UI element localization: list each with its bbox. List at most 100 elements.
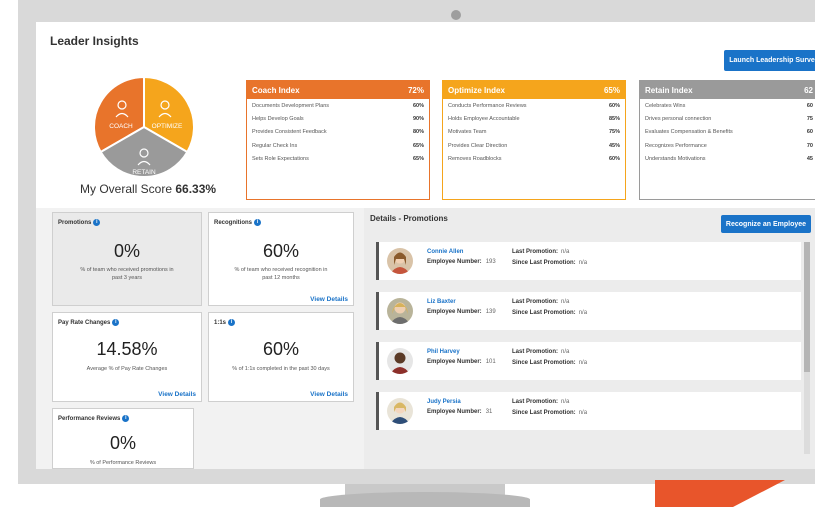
info-icon[interactable]: i	[228, 319, 236, 326]
recognize-employee-button[interactable]: Recognize an Employee	[721, 215, 811, 233]
optimize-row-value: 85%	[608, 115, 620, 122]
one-on-ones-card[interactable]: 1:1s i 60% % of 1:1s completed in the pas…	[208, 312, 354, 402]
optimize-index-row: Provides Clear Direction 45%	[443, 139, 625, 152]
optimize-row-label: Provides Clear Direction	[448, 142, 508, 149]
launch-leadership-survey-button[interactable]: Launch Leadership Survey	[724, 50, 815, 71]
optimize-index-row: Removes Roadblocks 60%	[443, 152, 625, 165]
retain-row-value: 60	[806, 102, 813, 109]
one-on-ones-view-details-link[interactable]: View Details	[310, 391, 348, 398]
last-promotion-value: n/a	[561, 249, 570, 255]
info-icon[interactable]: i	[112, 319, 120, 326]
since-last-promotion-label: Since Last Promotion:	[512, 310, 576, 316]
employee-row[interactable]: Phil Harvey Employee Number: 101 Last Pro…	[376, 342, 801, 380]
avatar	[387, 398, 413, 424]
last-promotion: Last Promotion: n/a	[512, 349, 569, 355]
recognitions-card[interactable]: Recognitions i 60% % of team who received…	[208, 212, 354, 306]
pay-rate-value: 14.58%	[96, 339, 158, 359]
performance-reviews-title-text: Performance Reviews	[58, 415, 121, 422]
performance-reviews-card[interactable]: Performance Reviews i 0% % of Performance…	[52, 408, 194, 469]
camera-dot	[451, 10, 461, 20]
since-last-promotion-label: Since Last Promotion:	[512, 410, 576, 416]
employee-number: Employee Number: 31	[427, 409, 492, 415]
since-last-promotion: Since Last Promotion: n/a	[512, 260, 587, 266]
coach-index-row: Documents Development Plans 60%	[247, 99, 429, 112]
index-pie-chart: COACH OPTIMIZE RETAIN	[92, 75, 196, 179]
coach-row-label: Helps Develop Goals	[252, 115, 304, 122]
coach-row-label: Sets Role Expectations	[252, 155, 309, 162]
coach-index-row: Regular Check Ins 65%	[247, 139, 429, 152]
metrics-panel: Promotions i 0% % of team who received pr…	[36, 208, 364, 469]
pay-rate-title: Pay Rate Changes i	[58, 319, 120, 326]
retain-index-row: Drives personal connection 75	[640, 112, 815, 125]
optimize-row-label: Motivates Team	[448, 129, 487, 136]
since-last-promotion: Since Last Promotion: n/a	[512, 310, 587, 316]
optimize-index-header: Optimize Index 65%	[443, 81, 625, 99]
employee-number-value: 193	[485, 259, 496, 265]
details-scrollbar[interactable]	[804, 242, 810, 454]
recognitions-view-details-link[interactable]: View Details	[310, 296, 348, 303]
promotions-title-text: Promotions	[58, 219, 92, 226]
employee-number-label: Employee Number:	[427, 409, 482, 415]
info-icon[interactable]: i	[93, 219, 101, 226]
coach-index-row: Sets Role Expectations 65%	[247, 152, 429, 165]
scrollbar-thumb[interactable]	[804, 242, 810, 372]
optimize-row-label: Removes Roadblocks	[448, 155, 502, 162]
avatar	[387, 248, 413, 274]
info-icon[interactable]: i	[122, 415, 130, 422]
since-last-promotion-value: n/a	[578, 310, 588, 316]
employee-name[interactable]: Connie Allen	[427, 249, 463, 255]
retain-index-title: Retain Index	[645, 85, 693, 95]
coach-index-header: Coach Index 72%	[247, 81, 429, 99]
optimize-index-value: 65%	[603, 85, 620, 95]
last-promotion-value: n/a	[561, 299, 570, 305]
promotions-description: % of team who received promotions in pas…	[80, 267, 174, 281]
last-promotion-value: n/a	[561, 349, 570, 355]
employee-number-value: 139	[485, 309, 496, 315]
retain-row-value: 75	[806, 115, 813, 122]
coach-row-value: 65%	[412, 155, 424, 162]
recognitions-title: Recognitions i	[214, 219, 262, 226]
retain-row-label: Understands Motivations	[645, 155, 706, 162]
since-last-promotion-value: n/a	[578, 360, 588, 366]
retain-index-row: Evaluates Compensation & Benefits 60	[640, 126, 815, 139]
coach-row-value: 90%	[412, 115, 424, 122]
employee-number-value: 31	[485, 409, 493, 415]
since-last-promotion-value: n/a	[578, 260, 588, 266]
performance-reviews-value: 0%	[109, 433, 136, 453]
last-promotion-label: Last Promotion:	[512, 349, 558, 355]
employee-name[interactable]: Liz Baxter	[427, 299, 456, 305]
since-last-promotion: Since Last Promotion: n/a	[512, 410, 587, 416]
coach-row-label: Documents Development Plans	[252, 102, 330, 109]
avatar	[387, 348, 413, 374]
one-on-ones-value: 60%	[262, 339, 300, 359]
last-promotion-label: Last Promotion:	[512, 249, 558, 255]
coach-index-row: Helps Develop Goals 90%	[247, 112, 429, 125]
promotions-card[interactable]: Promotions i 0% % of team who received pr…	[52, 212, 202, 306]
retain-row-label: Drives personal connection	[645, 115, 712, 122]
coach-index-value: 72%	[407, 85, 424, 95]
overall-score-label: My Overall Score	[80, 182, 173, 196]
info-icon[interactable]: i	[254, 219, 262, 226]
pay-rate-view-details-link[interactable]: View Details	[158, 391, 196, 398]
retain-row-value: 45	[806, 155, 813, 162]
employee-name[interactable]: Judy Persia	[427, 399, 461, 405]
employee-number: Employee Number: 139	[427, 309, 496, 315]
coach-row-label: Provides Consistent Feedback	[252, 129, 327, 136]
coach-row-value: 60%	[412, 102, 424, 109]
employee-name[interactable]: Phil Harvey	[427, 349, 460, 355]
employee-row[interactable]: Connie Allen Employee Number: 193 Last Pr…	[376, 242, 801, 280]
one-on-ones-title: 1:1s i	[214, 319, 236, 326]
optimize-index-card: Optimize Index 65% Conducts Performance R…	[442, 80, 626, 200]
employee-number: Employee Number: 101	[427, 359, 496, 365]
employee-row[interactable]: Judy Persia Employee Number: 31 Last Prom…	[376, 392, 801, 430]
employee-row[interactable]: Liz Baxter Employee Number: 139 Last Prom…	[376, 292, 801, 330]
one-on-ones-description: % of 1:1s completed in the past 30 days	[232, 366, 330, 372]
last-promotion: Last Promotion: n/a	[512, 299, 569, 305]
employee-number: Employee Number: 193	[427, 259, 496, 265]
last-promotion-label: Last Promotion:	[512, 399, 558, 405]
page-title: Leader Insights	[50, 34, 139, 48]
optimize-index-row: Conducts Performance Reviews 60%	[443, 99, 625, 112]
coach-index-row: Provides Consistent Feedback 80%	[247, 126, 429, 139]
optimize-row-value: 75%	[608, 129, 620, 136]
pay-rate-changes-card[interactable]: Pay Rate Changes i 14.58% Average % of Pa…	[52, 312, 202, 402]
